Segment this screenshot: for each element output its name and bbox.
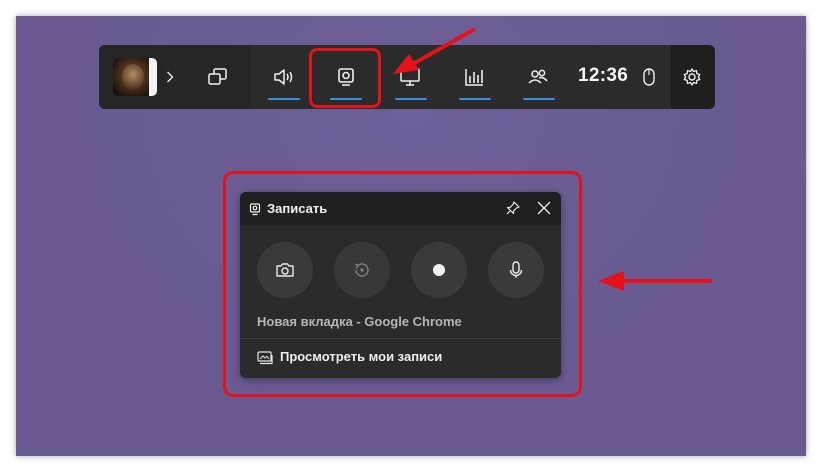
- avatar[interactable]: [113, 58, 157, 96]
- chevron-right-icon[interactable]: [163, 67, 177, 87]
- gear-icon[interactable]: [681, 65, 703, 89]
- capture-icon-highlight: [309, 48, 381, 108]
- widget-menu-icon[interactable]: [205, 65, 231, 89]
- performance-active-indicator: [395, 98, 427, 100]
- annotation-arrow-top: [393, 28, 475, 74]
- audio-active-indicator: [268, 98, 300, 100]
- social-icon[interactable]: [525, 65, 551, 89]
- capture-widget-highlight: [223, 171, 582, 397]
- social-active-indicator: [523, 98, 555, 100]
- resources-active-indicator: [459, 98, 491, 100]
- audio-icon[interactable]: [270, 65, 298, 89]
- clock: 12:36: [578, 65, 629, 86]
- mouse-icon[interactable]: [641, 65, 657, 89]
- annotation-arrow-right: [598, 271, 712, 291]
